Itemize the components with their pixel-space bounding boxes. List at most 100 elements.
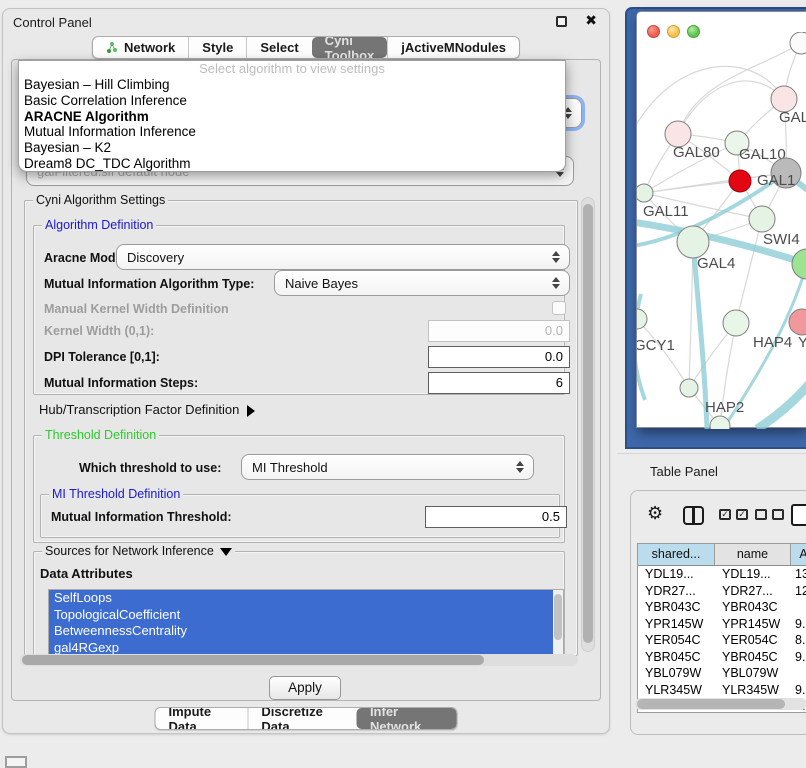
network-node-gal4[interactable] [677, 226, 709, 258]
cyni-bottom-tabs: Impute DataDiscretize Data Infer Network [155, 707, 458, 730]
settings-vertical-scrollbar[interactable] [581, 197, 595, 652]
sources-group: Sources for Network Inference Data Attri… [33, 551, 565, 657]
table-panel-title: Table Panel [650, 464, 718, 479]
network-node-gal11[interactable] [637, 184, 653, 202]
mi-threshold-group-title: MI Threshold Definition [49, 487, 183, 501]
expand-right-icon [247, 405, 255, 417]
algorithm-option-aracne-algorithm[interactable]: ARACNE Algorithm [19, 109, 565, 125]
node-label-swi4: SWI4 [763, 231, 800, 248]
attributes-list-scrollbar[interactable] [553, 590, 563, 654]
cyni-algorithm-settings-group: Cyni Algorithm Settings Algorithm Defini… [24, 200, 578, 656]
tab-network[interactable]: Network [93, 37, 188, 58]
algorithm-option-dream8-dc-tdc-algorithm[interactable]: Dream8 DC_TDC Algorithm [19, 156, 565, 172]
tab-label: Network [124, 40, 175, 55]
columns-icon[interactable] [683, 506, 704, 525]
table-row[interactable]: YBR043CYBR043C [638, 599, 806, 616]
data-attributes-label: Data Attributes [40, 566, 133, 581]
deselect-all-checkbox-icon[interactable] [755, 509, 767, 520]
select-all-checkbox-icon[interactable] [736, 509, 748, 520]
gear-icon[interactable] [647, 503, 663, 524]
file-icon[interactable] [791, 504, 806, 526]
network-node-hap4[interactable] [723, 310, 749, 336]
algorithm-option-basic-correlation-inference[interactable]: Basic Correlation Inference [19, 93, 565, 109]
node-table: shared...nameA YDL19...YDL19...13YDR27..… [637, 543, 806, 713]
tab-label: jActiveMNodules [401, 40, 506, 55]
tab-select[interactable]: Select [246, 37, 311, 58]
mi-threshold-group: MI Threshold Definition Mutual Informati… [40, 494, 560, 538]
column-header-name[interactable]: name [715, 544, 791, 565]
table-row[interactable]: YDL19...YDL19...13 [638, 566, 806, 583]
table-row[interactable]: YPR145WYPR145W9. [638, 616, 806, 633]
table-cell: 9. [791, 682, 806, 699]
tab-discretize-data[interactable]: Discretize Data [247, 708, 357, 729]
table-row[interactable]: YER054CYER054C8. [638, 632, 806, 649]
network-node-y-partial[interactable] [789, 309, 806, 335]
control-panel-titlebar: Control Panel [3, 9, 609, 35]
mi-threshold-field[interactable]: 0.5 [425, 506, 567, 528]
network-node-hap2[interactable] [680, 379, 698, 397]
aracne-mode-label: Aracne Mode: [44, 251, 127, 265]
tab-label: Select [260, 40, 298, 55]
deselect-all-checkbox-icon[interactable] [772, 509, 784, 520]
algorithm-option-bayesian-k2[interactable]: Bayesian – K2 [19, 140, 565, 156]
tab-impute-data[interactable]: Impute Data [156, 708, 248, 729]
table-cell: YBR043C [715, 599, 791, 616]
select-all-checkbox-icon[interactable] [719, 509, 731, 520]
tab-infer-network[interactable]: Infer Network [357, 708, 457, 729]
hub-definition-toggle[interactable]: Hub/Transcription Factor Definition [39, 402, 255, 417]
attribute-item-selfloops[interactable]: SelfLoops [49, 590, 553, 607]
which-threshold-label: Which threshold to use: [79, 461, 221, 475]
scrollbar-thumb[interactable] [22, 655, 484, 665]
combo-arrows-icon [511, 461, 529, 473]
algorithm-option-mutual-information-inference[interactable]: Mutual Information Inference [19, 124, 565, 140]
table-row[interactable]: YLR345WYLR345W9. [638, 682, 806, 699]
aracne-mode-combo[interactable]: Discovery [116, 244, 570, 270]
scrollbar-thumb[interactable] [583, 204, 593, 643]
attribute-item-topologicalcoefficient[interactable]: TopologicalCoefficient [49, 607, 553, 624]
scrollbar-thumb[interactable] [637, 699, 785, 709]
table-panel: shared...nameA YDL19...YDL19...13YDR27..… [630, 490, 806, 735]
network-node-gcy1[interactable] [637, 309, 647, 329]
table-row[interactable]: YBR045CYBR045C9. [638, 649, 806, 666]
sources-group-title[interactable]: Sources for Network Inference [42, 544, 235, 558]
table-row[interactable]: YDR27...YDR27...12 [638, 583, 806, 600]
manual-kernel-checkbox[interactable] [552, 301, 566, 315]
tab-label: Cyni Toolbox [325, 36, 375, 59]
control-panel-window: Control Panel Network Style Select Cyni Too… [2, 8, 610, 734]
table-horizontal-scrollbar[interactable] [635, 698, 806, 710]
dpi-tolerance-field[interactable]: 0.0 [428, 346, 570, 368]
network-node-red-node[interactable] [729, 170, 751, 192]
table-row[interactable]: YBL079WYBL079W [638, 665, 806, 682]
table-cell: 12 [791, 583, 806, 600]
table-body: YDL19...YDL19...13YDR27...YDR27...12YBR0… [638, 566, 806, 713]
attribute-item-betweennesscentrality[interactable]: BetweennessCentrality [49, 623, 553, 640]
algorithm-option-bayesian-hill-climbing[interactable]: Bayesian – Hill Climbing [19, 77, 565, 93]
mi-type-combo[interactable]: Naive Bayes [274, 270, 570, 296]
network-node-unlabeled-top[interactable] [790, 32, 806, 54]
kernel-width-field[interactable]: 0.0 [428, 320, 570, 342]
node-label-gal1: GAL1 [757, 172, 795, 189]
collapsed-panel-icon[interactable] [5, 756, 27, 768]
network-node-gal1[interactable] [749, 206, 775, 232]
table-cell: YBL079W [715, 665, 791, 682]
attribute-item-gal4rgexp[interactable]: gal4RGexp [49, 640, 553, 656]
column-header-a[interactable]: A [791, 544, 806, 565]
threshold-definition-title: Threshold Definition [42, 428, 159, 442]
float-icon[interactable] [556, 16, 567, 27]
tab-jactivemnodules[interactable]: jActiveMNodules [387, 37, 519, 58]
network-canvas[interactable]: GALGAL80GAL10GAL1GAL11GAL4SWI4GCY1HAP4YH… [637, 32, 806, 429]
column-header-shared[interactable]: shared... [638, 544, 715, 565]
node-label-hap2: HAP2 [705, 399, 744, 416]
node-label-gal4: GAL4 [697, 255, 735, 272]
tab-label: Infer Network [370, 707, 444, 730]
which-threshold-combo[interactable]: MI Threshold [241, 454, 534, 480]
apply-button[interactable]: Apply [269, 676, 341, 700]
close-icon[interactable] [585, 13, 597, 29]
tab-cyni-toolbox[interactable]: Cyni Toolbox [312, 37, 388, 58]
network-node-swi4[interactable] [792, 249, 806, 279]
algorithm-dropdown-popup: Select algorithm to view settings Bayesi… [18, 60, 566, 172]
settings-horizontal-scrollbar[interactable] [20, 654, 578, 666]
tab-style[interactable]: Style [188, 37, 246, 58]
table-cell: YLR345W [715, 682, 791, 699]
mi-steps-field[interactable]: 6 [428, 372, 570, 394]
